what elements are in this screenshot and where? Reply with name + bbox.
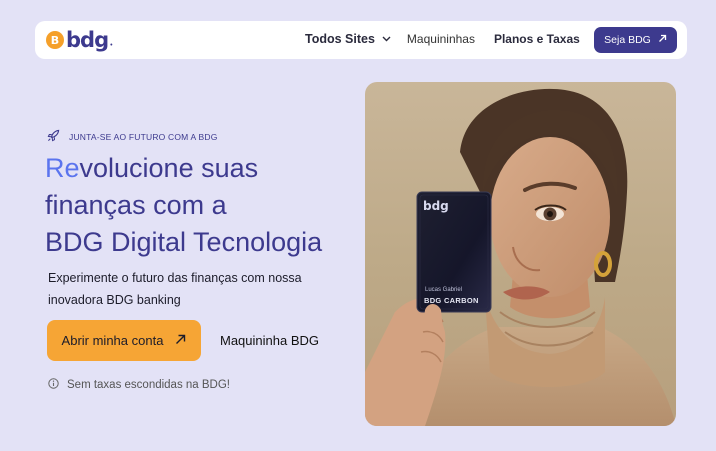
seja-bdg-label: Seja BDG [604,34,651,46]
notice-text: Sem taxas escondidas na BDG! [67,379,230,391]
logo-registered-mark: • [110,41,113,49]
rocket-icon [47,129,60,144]
card-logo: bdg [423,199,449,213]
seja-bdg-button[interactable]: Seja BDG [594,27,677,53]
hero-eyebrow: JUNTA-SE AO FUTURO COM A BDG [47,129,218,144]
nav-item-planos-taxas[interactable]: Planos e Taxas [494,32,580,46]
nav-item-todos-sites[interactable]: Todos Sites [305,32,375,46]
top-navbar: B bdg • Todos Sites Maquininhas Planos e… [35,21,687,59]
maquininha-bdg-link[interactable]: Maquininha BDG [220,333,319,348]
eyebrow-text: JUNTA-SE AO FUTURO COM A BDG [69,131,218,142]
chevron-down-icon[interactable] [382,36,391,42]
nav-item-maquininhas[interactable]: Maquininhas [407,32,475,46]
headline-line1: volucione suas [79,153,259,183]
main-nav: Todos Sites Maquininhas Planos e Taxas [305,32,580,46]
headline-line3: BDG Digital Tecnologia [45,227,323,257]
hero-photo-woman-holding-card: bdg Lucas Gabriel BDG CARBON [365,82,676,426]
info-icon [48,378,59,392]
arrow-up-right-icon [658,34,667,46]
headline-accent: Re [45,153,80,183]
card-holder-name: Lucas Gabriel [425,287,463,293]
logo-coin-icon: B [46,31,64,49]
no-fees-notice: Sem taxas escondidas na BDG! [48,378,230,392]
abrir-conta-label: Abrir minha conta [61,333,164,348]
logo-wordmark: bdg [66,28,109,52]
arrow-up-right-icon [175,333,186,348]
hero-headline: Revolucione suas finanças com a BDG Digi… [45,150,365,261]
hero-subtext: Experimente o futuro das finanças com no… [48,271,302,307]
abrir-conta-button[interactable]: Abrir minha conta [47,320,201,361]
card-product-name: BDG CARBON [424,296,479,305]
brand-logo[interactable]: B bdg • [46,29,113,51]
headline-line2: finanças com a [45,190,227,220]
